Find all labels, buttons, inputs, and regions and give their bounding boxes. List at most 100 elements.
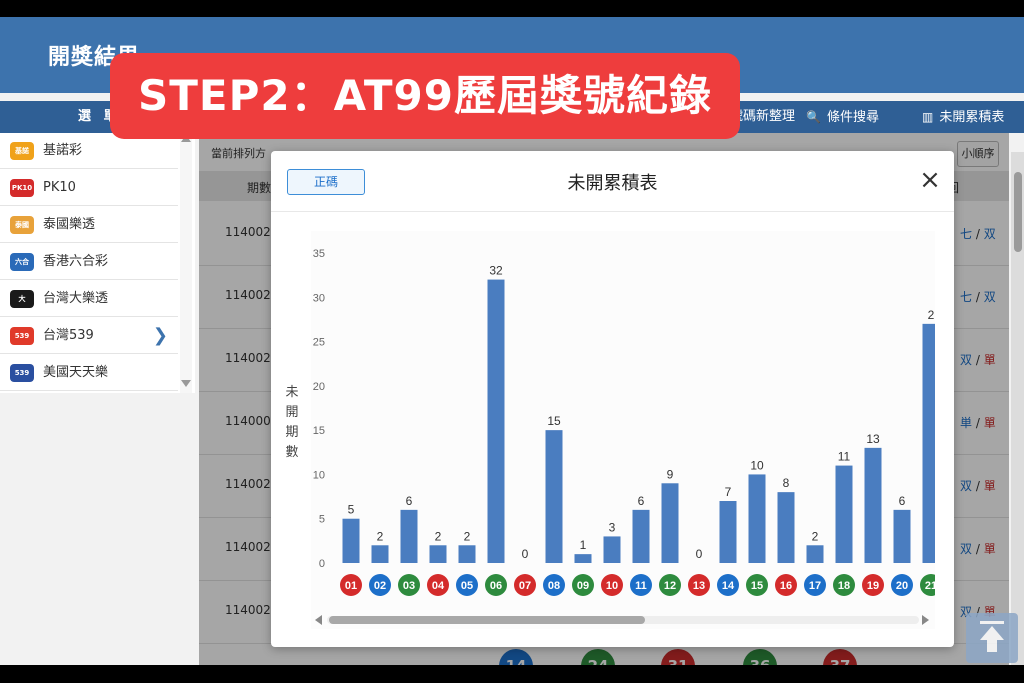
bar-value-label: 2 (928, 308, 935, 322)
chart-area: 0 5 10 15 20 25 30 35 5 01 2 02 6 03 2 04 2 05 32 06 0 07 15 08… (311, 231, 935, 629)
sidebar-item[interactable]: 泰國 泰國樂透 (0, 207, 178, 243)
sidebar-item-label: 泰國樂透 (43, 217, 96, 232)
bar-value-label: 2 (377, 529, 384, 543)
x-tick-label: 21 (925, 580, 935, 592)
step-banner: STEP2：AT99歷屆獎號紀錄 (110, 53, 740, 139)
x-tick-label: 17 (809, 580, 821, 592)
page-scrollbar[interactable] (1011, 152, 1024, 665)
bar-06[interactable] (487, 279, 505, 563)
x-tick-label: 04 (432, 580, 445, 592)
bar-value-label: 3 (609, 520, 616, 534)
sidebar-item-label: 美國天天樂 (43, 365, 109, 380)
bar-02[interactable] (371, 545, 389, 563)
close-icon[interactable]: × (917, 167, 943, 193)
bar-value-label: 6 (638, 494, 645, 508)
sidebar-item[interactable]: PK10 PK10 (0, 170, 178, 206)
page-scrollbar-thumb[interactable] (1014, 172, 1022, 252)
sidebar-item[interactable]: 539 台灣539 ❯ (0, 318, 178, 354)
y-tick-label: 15 (313, 425, 325, 437)
back-to-top-button[interactable] (966, 613, 1018, 663)
y-tick-label: 30 (313, 292, 325, 304)
x-tick-label: 09 (577, 580, 589, 592)
lottery-logo-icon: 539 (10, 327, 34, 345)
y-tick-label: 0 (319, 558, 325, 570)
bar-value-label: 5 (348, 503, 355, 517)
y-tick-label: 20 (313, 381, 325, 393)
y-axis-label: 未開期數 (285, 385, 299, 460)
bar-01[interactable] (342, 518, 360, 563)
bar-14[interactable] (719, 501, 737, 563)
x-tick-label: 18 (838, 580, 850, 592)
bar-21[interactable] (922, 323, 936, 563)
bar-value-label: 32 (489, 264, 503, 278)
bar-value-label: 1 (580, 538, 587, 552)
scroll-right-arrow-icon[interactable] (922, 615, 929, 625)
x-tick-label: 07 (519, 580, 531, 592)
scroll-down-arrow-icon[interactable] (181, 380, 191, 387)
bar-value-label: 2 (464, 529, 471, 543)
bar-value-label: 0 (696, 547, 703, 561)
bar-04[interactable] (429, 545, 447, 563)
bar-03[interactable] (400, 509, 418, 563)
bar-18[interactable] (835, 465, 853, 563)
up-arrow-stem (987, 640, 997, 652)
x-tick-label: 02 (374, 580, 386, 592)
y-tick-label: 5 (319, 514, 325, 526)
x-tick-label: 03 (403, 580, 415, 592)
nav-unopened-table-label: 未開累積表 (939, 110, 1005, 125)
x-tick-label: 06 (490, 580, 502, 592)
bar-value-label: 2 (435, 529, 442, 543)
bar-19[interactable] (864, 447, 882, 563)
nav-condition-search-label: 條件搜尋 (826, 110, 879, 125)
scroll-left-arrow-icon[interactable] (315, 615, 322, 625)
y-tick-label: 35 (313, 248, 325, 260)
x-tick-label: 15 (751, 580, 763, 592)
x-tick-label: 08 (548, 580, 560, 592)
nav-unopened-table[interactable]: ▥ 未開累積表 (922, 101, 1004, 133)
modal-title: 未開累積表 (567, 173, 658, 194)
bar-16[interactable] (777, 492, 795, 563)
lottery-logo-icon: PK10 (10, 179, 34, 197)
bar-value-label: 6 (899, 494, 906, 508)
chevron-right-icon: ❯ (152, 325, 168, 346)
x-tick-label: 10 (606, 580, 618, 592)
bar-20[interactable] (893, 509, 911, 563)
bar-value-label: 6 (406, 494, 413, 508)
bar-10[interactable] (603, 536, 621, 563)
bar-value-label: 15 (547, 414, 561, 428)
chart-scroll-thumb[interactable] (329, 616, 645, 624)
x-tick-label: 14 (722, 580, 735, 592)
bar-12[interactable] (661, 483, 679, 563)
back-to-top-icon (980, 621, 1004, 624)
sidebar-item-label: 香港六合彩 (43, 254, 109, 269)
unopened-stats-modal: 正碼 未開累積表 × 未開期數 0 5 10 15 20 25 30 35 5 01 2 02 6 03 2… (271, 151, 954, 647)
bar-05[interactable] (458, 545, 476, 563)
lottery-logo-icon: 大 (10, 290, 34, 308)
bar-value-label: 8 (783, 476, 790, 490)
bar-value-label: 13 (866, 432, 880, 446)
bar-11[interactable] (632, 509, 650, 563)
bar-value-label: 0 (522, 547, 529, 561)
bar-08[interactable] (545, 430, 563, 563)
x-tick-label: 12 (664, 580, 676, 592)
x-tick-label: 01 (345, 580, 357, 592)
sidebar-item[interactable]: 539 美國天天樂 (0, 355, 178, 391)
x-tick-label: 16 (780, 580, 792, 592)
nav-condition-search[interactable]: 🔍 條件搜尋 (806, 101, 879, 133)
sidebar-scrollbar[interactable] (180, 133, 192, 393)
up-arrow-icon (980, 626, 1004, 640)
x-tick-label: 05 (461, 580, 473, 592)
sidebar-item[interactable]: 大台灣大樂透 (0, 281, 178, 317)
lottery-sidebar: 基諾 基諾彩 PK10 PK10 泰國 泰國樂透 六合 香港六合彩大台灣大樂透 539 台灣539… (0, 133, 195, 393)
bar-09[interactable] (574, 554, 592, 563)
bar-15[interactable] (748, 474, 766, 563)
chart-horizontal-scrollbar[interactable] (313, 611, 933, 627)
bar-value-label: 11 (838, 450, 851, 464)
lottery-logo-icon: 539 (10, 364, 34, 382)
bar-17[interactable] (806, 545, 824, 563)
bar-value-label: 10 (750, 458, 764, 472)
bar-value-label: 7 (725, 485, 732, 499)
sidebar-item[interactable]: 六合 香港六合彩 (0, 244, 178, 280)
sidebar-item-label: 基諾彩 (43, 143, 83, 158)
bar-chart-icon: ▥ (922, 110, 934, 124)
